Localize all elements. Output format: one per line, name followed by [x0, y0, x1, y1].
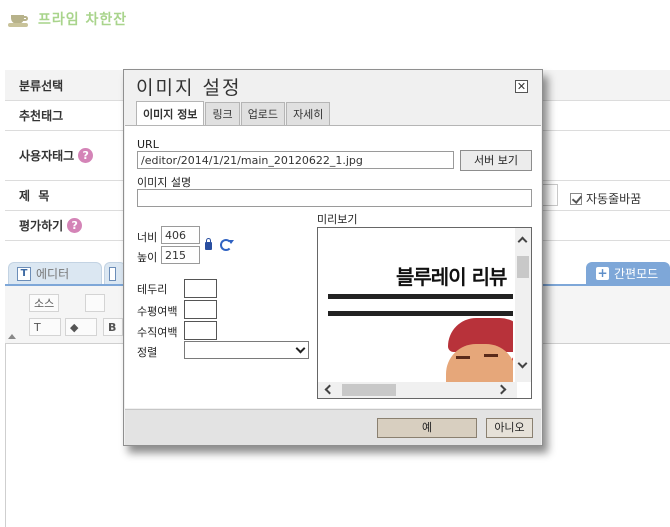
recommend-tag-label: 추천태그: [19, 109, 64, 123]
image-preview: 블루레이 리뷰: [317, 227, 532, 399]
tea-cup-icon: [8, 10, 32, 28]
autowrap-checkbox[interactable]: [570, 192, 582, 205]
width-label: 너비: [137, 231, 158, 244]
preview-horizontal-scrollbar[interactable]: [318, 382, 517, 398]
vspace-input[interactable]: [184, 321, 217, 340]
autowrap-label: 자동줄바꿈: [586, 192, 642, 206]
server-browse-button[interactable]: 서버 보기: [460, 150, 532, 171]
reset-size-icon[interactable]: [220, 239, 234, 251]
align-select[interactable]: [184, 341, 309, 359]
user-tag-label: 사용자태그: [19, 149, 75, 163]
dialog-footer: 예 아니오: [125, 409, 541, 445]
rate-label: 평가하기: [19, 219, 64, 233]
width-input[interactable]: [161, 226, 200, 244]
scroll-down-icon[interactable]: [517, 358, 528, 369]
dialog-title: 이미지 설정: [136, 77, 242, 99]
rate-label-wrap: 평가하기 ?: [19, 217, 83, 234]
source-button[interactable]: 소스: [29, 294, 60, 312]
url-input[interactable]: [137, 151, 454, 169]
help-icon[interactable]: ?: [67, 218, 83, 233]
preview-label: 미리보기: [317, 213, 358, 226]
bold-icon: B: [108, 320, 117, 334]
preview-vertical-scrollbar[interactable]: [515, 228, 531, 382]
horizontal-scroll-thumb[interactable]: [342, 384, 396, 396]
plus-icon: +: [596, 265, 609, 280]
dialog-tab-strip: 이미지 정보 링크 업로드 자세히: [136, 101, 331, 125]
site-title[interactable]: 프라임 차한잔: [38, 9, 127, 29]
tab-upload[interactable]: 업로드: [240, 102, 286, 125]
subject-label: 제 목: [19, 189, 50, 203]
image-settings-dialog: 이미지 설정 ✕ 이미지 정보 링크 업로드 자세히 URL 서버 보기 이미지…: [123, 69, 543, 446]
source-label: 소스: [34, 297, 55, 310]
scroll-left-icon[interactable]: [324, 384, 335, 395]
help-icon[interactable]: ?: [78, 148, 94, 163]
tab-editor[interactable]: T 에디터: [8, 262, 102, 284]
text-color-icon: T: [34, 320, 41, 334]
lock-ratio-icon[interactable]: [205, 238, 212, 250]
scroll-right-icon[interactable]: [496, 384, 507, 395]
text-color-button[interactable]: T: [29, 318, 61, 336]
bg-color-button[interactable]: ◆: [65, 318, 97, 336]
html-icon: [109, 266, 116, 281]
image-info-panel: URL 서버 보기 이미지 설명 너비 높이 테두리 수평여백 수직여백 정렬 …: [125, 125, 541, 408]
bg-color-icon: ◆: [70, 320, 79, 334]
hspace-label: 수평여백: [137, 305, 178, 318]
editor-icon: T: [17, 266, 31, 281]
tab-link[interactable]: 링크: [205, 102, 240, 125]
url-label: URL: [137, 138, 159, 151]
alt-input[interactable]: [137, 189, 532, 207]
simple-mode-label: 간편모드: [614, 266, 659, 281]
preview-toolbar-button[interactable]: [85, 294, 105, 312]
tab-advanced[interactable]: 자세히: [286, 102, 331, 125]
border-label: 테두리: [137, 283, 168, 296]
collapse-toolbar-icon[interactable]: [8, 334, 16, 339]
vertical-scroll-thumb[interactable]: [517, 256, 529, 278]
height-input[interactable]: [161, 246, 200, 264]
autowrap-option[interactable]: 자동줄바꿈: [570, 190, 641, 207]
subject-input[interactable]: [542, 184, 558, 206]
hspace-input[interactable]: [184, 300, 217, 319]
bold-button[interactable]: B: [103, 318, 123, 336]
chevron-down-icon: [295, 343, 306, 354]
alt-label: 이미지 설명: [137, 176, 192, 189]
preview-image: 블루레이 리뷰: [328, 236, 513, 382]
border-input[interactable]: [184, 279, 217, 298]
align-label: 정렬: [137, 346, 158, 359]
height-label: 높이: [137, 251, 158, 264]
user-tag-label-wrap: 사용자태그 ?: [19, 147, 94, 164]
tab-editor-label: 에디터: [36, 267, 70, 281]
site-header: 프라임 차한잔: [8, 8, 127, 30]
close-icon[interactable]: ✕: [515, 80, 528, 93]
category-label: 분류선택: [19, 78, 64, 93]
vspace-label: 수직여백: [137, 326, 178, 339]
tab-image-info[interactable]: 이미지 정보: [136, 101, 205, 125]
ok-button[interactable]: 예: [377, 418, 477, 438]
preview-image-text: 블루레이 리뷰: [396, 265, 507, 289]
simple-mode-button[interactable]: + 간편모드: [586, 262, 670, 284]
scroll-up-icon[interactable]: [517, 236, 528, 247]
cancel-button[interactable]: 아니오: [486, 418, 533, 438]
